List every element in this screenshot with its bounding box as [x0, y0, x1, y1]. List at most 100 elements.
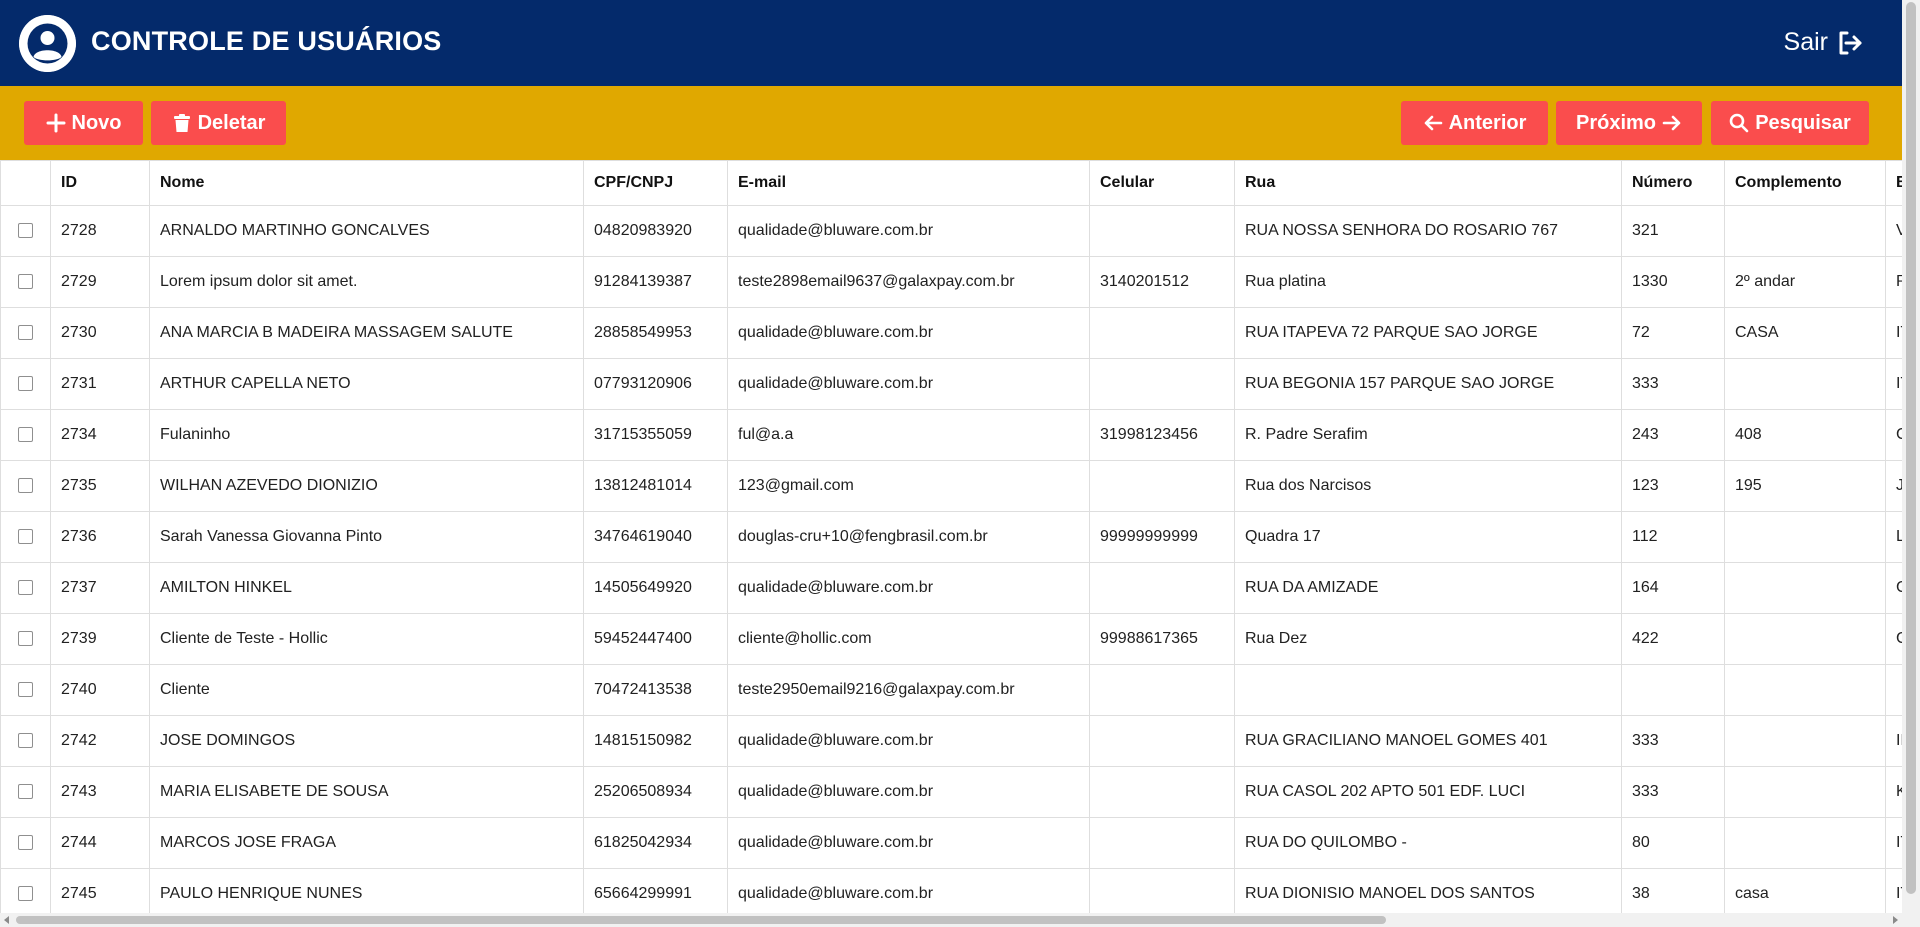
- table-cell: RUA DO QUILOMBO -: [1234, 817, 1622, 869]
- row-select-cell: [0, 358, 51, 410]
- table-cell: 04820983920: [583, 205, 728, 257]
- table-cell: R. Padre Serafim: [1234, 409, 1622, 461]
- column-header: Rua: [1234, 160, 1622, 206]
- horizontal-scrollbar-thumb[interactable]: [16, 916, 1386, 924]
- table-cell: [1089, 307, 1235, 359]
- table-row[interactable]: 2745 PAULO HENRIQUE NUNES 65664299991 quali…: [0, 868, 1902, 913]
- row-checkbox[interactable]: [18, 427, 33, 443]
- new-button[interactable]: Novo: [24, 101, 143, 145]
- table-row[interactable]: 2742 JOSE DOMINGOS 14815150982 qualidade@bl…: [0, 715, 1902, 767]
- table-cell: [1724, 205, 1886, 257]
- select-column-header: [0, 160, 51, 206]
- table-cell: 28858549953: [583, 307, 728, 359]
- table-cell: 123@gmail.com: [727, 460, 1090, 512]
- previous-button[interactable]: Anterior: [1401, 101, 1548, 145]
- table-row[interactable]: 2740 Cliente 70472413538 teste2950email9216…: [0, 664, 1902, 716]
- table-row[interactable]: 2735 WILHAN AZEVEDO DIONIZIO 13812481014 12…: [0, 460, 1902, 512]
- table-cell: 2743: [50, 766, 150, 818]
- table-cell: 2º andar: [1724, 256, 1886, 308]
- table-row[interactable]: 2728 ARNALDO MARTINHO GONCALVES 0482098392…: [0, 205, 1902, 257]
- table-cell: IT: [1885, 307, 1902, 359]
- table-cell: teste2898email9637@galaxpay.com.br: [727, 256, 1090, 308]
- table-cell: 2736: [50, 511, 150, 563]
- table-cell: qualidade@bluware.com.br: [727, 868, 1090, 913]
- row-checkbox[interactable]: [18, 631, 33, 647]
- table-row[interactable]: 2731 ARTHUR CAPELLA NETO 07793120906 qualid…: [0, 358, 1902, 410]
- row-checkbox[interactable]: [18, 733, 33, 749]
- table-cell: Fulaninho: [149, 409, 584, 461]
- logout-button[interactable]: Sair: [1784, 28, 1864, 57]
- table-cell: 112: [1621, 511, 1725, 563]
- horizontal-scrollbar[interactable]: [0, 913, 1902, 927]
- table-row[interactable]: 2743 MARIA ELISABETE DE SOUSA 25206508934 q…: [0, 766, 1902, 818]
- table-row[interactable]: 2729 Lorem ipsum dolor sit amet. 912841393…: [0, 256, 1902, 308]
- row-checkbox[interactable]: [18, 784, 33, 800]
- table-cell: RUA DIONISIO MANOEL DOS SANTOS: [1234, 868, 1622, 913]
- table-cell: 61825042934: [583, 817, 728, 869]
- table-row[interactable]: 2730 ANA MARCIA B MADEIRA MASSAGEM SALUTE…: [0, 307, 1902, 359]
- row-checkbox[interactable]: [18, 223, 33, 239]
- scroll-right-icon[interactable]: [1893, 916, 1898, 924]
- search-button[interactable]: Pesquisar: [1711, 101, 1869, 145]
- table-row[interactable]: 2739 Cliente de Teste - Hollic 59452447400…: [0, 613, 1902, 665]
- row-select-cell: [0, 205, 51, 257]
- table-cell: [1089, 766, 1235, 818]
- table-cell: 123: [1621, 460, 1725, 512]
- table-row[interactable]: 2734 Fulaninho 31715355059 ful@a.a 319981234…: [0, 409, 1902, 461]
- page-title: CONTROLE DE USUÁRIOS: [91, 26, 442, 56]
- table-cell: RUA NOSSA SENHORA DO ROSARIO 767: [1234, 205, 1622, 257]
- row-select-cell: [0, 613, 51, 665]
- table-cell: Rua platina: [1234, 256, 1622, 308]
- table-cell: 195: [1724, 460, 1886, 512]
- table-cell: [1089, 715, 1235, 767]
- table-cell: 34764619040: [583, 511, 728, 563]
- table-row[interactable]: 2744 MARCOS JOSE FRAGA 61825042934 qualidad…: [0, 817, 1902, 869]
- row-checkbox[interactable]: [18, 325, 33, 341]
- table-cell: RUA GRACILIANO MANOEL GOMES 401: [1234, 715, 1622, 767]
- row-checkbox[interactable]: [18, 682, 33, 698]
- delete-button[interactable]: Deletar: [151, 101, 286, 145]
- row-checkbox[interactable]: [18, 835, 33, 851]
- app-header: CONTROLE DE USUÁRIOS Sair: [0, 0, 1902, 86]
- row-checkbox[interactable]: [18, 376, 33, 392]
- table-cell: Quadra 17: [1234, 511, 1622, 563]
- table-row[interactable]: 2737 AMILTON HINKEL 14505649920 qualidade@b…: [0, 562, 1902, 614]
- sign-out-icon: [1839, 31, 1862, 54]
- table-header-row: ID Nome CPF/CNPJ E-mail Celular Rua Número Comp…: [0, 160, 1902, 206]
- table-cell: CASA: [1724, 307, 1886, 359]
- vertical-scrollbar[interactable]: [1902, 0, 1920, 927]
- table-cell: 91284139387: [583, 256, 728, 308]
- table-cell: qualidade@bluware.com.br: [727, 715, 1090, 767]
- table-cell: 1330: [1621, 256, 1725, 308]
- table-cell: 422: [1621, 613, 1725, 665]
- table-cell: qualidade@bluware.com.br: [727, 562, 1090, 614]
- table-cell: 2728: [50, 205, 150, 257]
- table-cell: qualidade@bluware.com.br: [727, 766, 1090, 818]
- table-cell: ful@a.a: [727, 409, 1090, 461]
- table-cell: AMILTON HINKEL: [149, 562, 584, 614]
- row-checkbox[interactable]: [18, 478, 33, 494]
- row-checkbox[interactable]: [18, 274, 33, 290]
- table-cell: K: [1885, 766, 1902, 818]
- table-cell: 333: [1621, 715, 1725, 767]
- scroll-left-icon[interactable]: [4, 916, 9, 924]
- table-cell: [1724, 817, 1886, 869]
- table-cell: [1089, 664, 1235, 716]
- column-header: Complemento: [1724, 160, 1886, 206]
- table-cell: 2744: [50, 817, 150, 869]
- next-button[interactable]: Próximo: [1556, 101, 1702, 145]
- row-checkbox[interactable]: [18, 886, 33, 902]
- table-cell: 2740: [50, 664, 150, 716]
- table-cell: qualidade@bluware.com.br: [727, 205, 1090, 257]
- table-cell: [1089, 562, 1235, 614]
- table-cell: 2742: [50, 715, 150, 767]
- table-cell: Cliente de Teste - Hollic: [149, 613, 584, 665]
- table-cell: RUA DA AMIZADE: [1234, 562, 1622, 614]
- table-row[interactable]: 2736 Sarah Vanessa Giovanna Pinto 34764619…: [0, 511, 1902, 563]
- row-checkbox[interactable]: [18, 580, 33, 596]
- table-cell: 2734: [50, 409, 150, 461]
- table-cell: 14505649920: [583, 562, 728, 614]
- vertical-scrollbar-thumb[interactable]: [1906, 2, 1916, 894]
- trash-icon: [173, 114, 190, 132]
- row-checkbox[interactable]: [18, 529, 33, 545]
